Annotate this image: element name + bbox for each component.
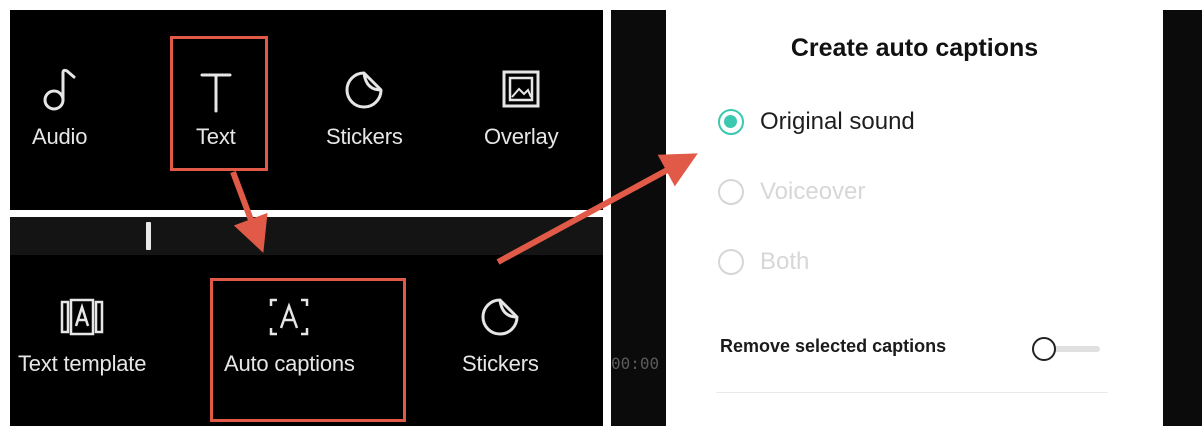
arrow-auto-captions-to-dialog <box>496 153 698 265</box>
arrow-text-to-auto-captions <box>230 170 268 253</box>
annotation-arrows <box>230 153 698 265</box>
